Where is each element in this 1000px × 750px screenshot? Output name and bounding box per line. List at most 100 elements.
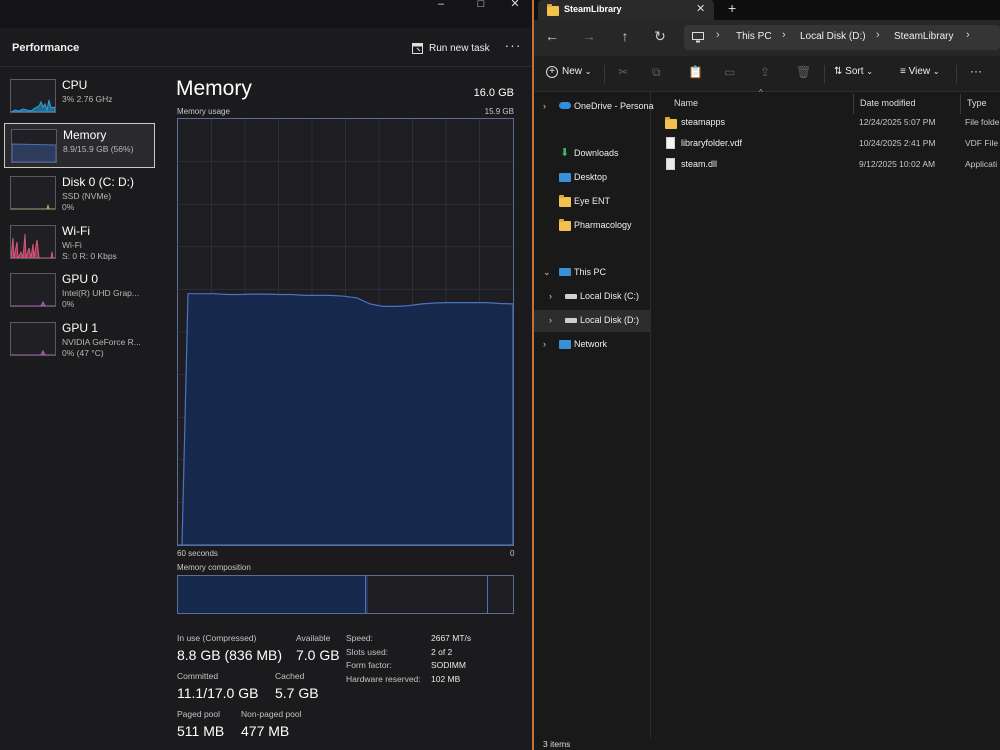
- composition-standby: [368, 576, 489, 613]
- sidebar-item-wi-fi[interactable]: Wi-Fi Wi-Fi S: 0 R: 0 Kbps: [4, 220, 155, 265]
- delete-icon[interactable]: 🗑: [796, 65, 811, 79]
- address-bar[interactable]: › This PC › Local Disk (D:) › SteamLibra…: [684, 25, 1000, 50]
- column-header-name[interactable]: Name: [668, 94, 854, 114]
- more-options-button[interactable]: ···: [503, 38, 523, 56]
- file-row[interactable]: steamapps 12/24/2025 5:07 PM File folde: [651, 113, 1000, 133]
- new-tab-icon[interactable]: +: [728, 0, 736, 16]
- breadcrumb-steamlibrary[interactable]: SteamLibrary: [894, 31, 953, 42]
- breadcrumb-this-pc[interactable]: This PC: [736, 31, 772, 42]
- gpu1-graph-icon-shape: [11, 349, 55, 355]
- nav-item-label: Downloads: [574, 148, 619, 158]
- spec-value: 102 MB: [431, 673, 461, 684]
- drive-icon: [565, 294, 577, 299]
- memory-usage-max: 15.9 GB: [484, 107, 514, 116]
- nav-item-icon: [565, 315, 577, 326]
- nav-item-onedrive-persona[interactable]: › OneDrive - Persona: [534, 96, 654, 118]
- wifi-graph-icon-shape: [11, 233, 55, 258]
- column-header-date[interactable]: Date modified: [854, 94, 961, 114]
- breadcrumb-chevron-icon: ›: [716, 29, 720, 41]
- refresh-icon[interactable]: ↻: [652, 28, 668, 45]
- spec-value: 2 of 2: [431, 646, 453, 657]
- sidebar-item-name: CPU: [62, 78, 88, 92]
- sidebar-item-detail: 8.9/15.9 GB (56%): [63, 143, 134, 154]
- new-button[interactable]: + New ⌄: [546, 66, 592, 78]
- minimize-icon[interactable]: –: [426, 0, 456, 10]
- copy-icon[interactable]: ⧉: [652, 65, 661, 80]
- sidebar-item-detail: SSD (NVMe): [62, 191, 112, 201]
- paste-icon[interactable]: 📋: [688, 65, 703, 79]
- close-icon[interactable]: ✕: [500, 0, 530, 10]
- spec-value: SODIMM: [431, 660, 466, 670]
- up-icon[interactable]: ↑: [617, 28, 633, 44]
- nav-item-downloads[interactable]: ⬇ Downloads: [534, 143, 650, 165]
- chevron-icon[interactable]: ›: [549, 291, 552, 301]
- graph-time-right: 0: [510, 549, 515, 558]
- view-button[interactable]: ≡ View ⌄: [900, 66, 940, 77]
- rename-icon[interactable]: ▭: [724, 65, 735, 79]
- breadcrumb-local-disk-d[interactable]: Local Disk (D:): [800, 31, 866, 42]
- dll-file-icon: [666, 158, 675, 170]
- nav-item-eye-ent[interactable]: Eye ENT: [534, 191, 650, 213]
- onedrive-icon: [559, 102, 571, 109]
- network-icon: [559, 340, 571, 349]
- maximize-icon[interactable]: □: [466, 0, 496, 10]
- sidebar-item-disk[interactable]: Disk 0 (C: D:) SSD (NVMe) 0%: [4, 171, 155, 216]
- nav-item-local-disk-d[interactable]: › Local Disk (D:): [534, 310, 650, 332]
- sidebar-item-detail-2: S: 0 R: 0 Kbps: [62, 250, 117, 261]
- memory-graph-icon-sparkline: [12, 142, 56, 162]
- cut-icon[interactable]: ✂: [618, 65, 628, 79]
- nav-item-label: Network: [574, 339, 608, 349]
- nav-item-this-pc[interactable]: ⌄ This PC: [534, 262, 650, 284]
- nav-item-icon: [559, 267, 571, 278]
- nav-item-pharmacology[interactable]: Pharmacology: [534, 215, 650, 237]
- close-tab-icon[interactable]: ✕: [696, 2, 705, 15]
- share-icon[interactable]: ⇪: [760, 65, 770, 79]
- sidebar-item-gpu[interactable]: GPU 0 Intel(R) UHD Grap... 0%: [4, 268, 155, 313]
- memory-usage-series: [178, 293, 513, 545]
- back-icon[interactable]: ←: [544, 28, 560, 44]
- chevron-icon[interactable]: ›: [543, 339, 546, 349]
- forward-icon[interactable]: →: [581, 28, 597, 44]
- sidebar-item-detail-2: 0% (47 °C): [62, 347, 104, 358]
- toolbar-divider: [956, 65, 957, 83]
- sidebar-item-gpu[interactable]: GPU 1 NVIDIA GeForce R... 0% (47 °C): [4, 317, 155, 362]
- nav-item-label: Local Disk (D:): [580, 315, 640, 325]
- plus-circle-icon: +: [546, 66, 558, 78]
- file-name: steam.dll: [681, 159, 718, 169]
- nav-item-local-disk-c[interactable]: › Local Disk (C:): [534, 286, 650, 308]
- memory-usage-graph: [177, 118, 514, 546]
- task-manager-window: – □ ✕ Performance Run new task ··· CPU 3%…: [0, 0, 532, 750]
- nav-item-network[interactable]: › Network: [534, 334, 650, 356]
- paged-pool-value: 511 MB: [177, 723, 225, 739]
- toolbar-divider: [604, 65, 605, 83]
- file-row[interactable]: libraryfolder.vdf 10/24/2025 2:41 PM VDF F…: [651, 134, 1000, 154]
- sidebar-item-cpu[interactable]: CPU 3% 2.76 GHz: [4, 74, 155, 119]
- column-header-type[interactable]: Type: [961, 94, 1000, 114]
- file-row[interactable]: steam.dll 9/12/2025 10:02 AM Applicati: [651, 155, 1000, 175]
- sidebar-item-detail: Wi-Fi: [62, 239, 82, 250]
- sidebar-item-detail-2: 0%: [62, 299, 75, 309]
- non-paged-pool-label: Non-paged pool: [241, 709, 302, 719]
- sidebar-item-memory[interactable]: Memory 8.9/15.9 GB (56%): [4, 122, 155, 168]
- header-divider: [0, 66, 532, 67]
- available-label: Available: [296, 633, 331, 643]
- chevron-icon[interactable]: ›: [549, 315, 552, 325]
- tab-steamlibrary[interactable]: SteamLibrary ✕: [538, 0, 714, 20]
- disk-graph-icon: [10, 176, 56, 210]
- sidebar-item-name: Memory: [63, 127, 107, 142]
- more-options-button[interactable]: ···: [970, 64, 982, 78]
- nav-item-label: Pharmacology: [574, 220, 632, 230]
- gpu1-graph-icon-sparkline: [11, 349, 55, 355]
- nav-item-desktop[interactable]: Desktop: [534, 167, 650, 189]
- sidebar-item-detail: 3% 2.76 GHz: [62, 94, 113, 104]
- nav-item-icon: [559, 219, 571, 231]
- nav-item-icon: [559, 339, 571, 350]
- chevron-icon[interactable]: ›: [543, 101, 546, 111]
- sort-button[interactable]: ⇅ Sort ⌄: [834, 66, 873, 77]
- sort-icon: ⇅: [834, 66, 843, 77]
- pc-icon: [559, 268, 571, 276]
- file-list: Name ^ Date modified Type steamapps 12/24…: [651, 88, 1000, 738]
- run-new-task-button[interactable]: Run new task: [412, 39, 490, 57]
- chevron-icon[interactable]: ⌄: [543, 267, 551, 278]
- breadcrumb-chevron-icon: ›: [966, 29, 970, 41]
